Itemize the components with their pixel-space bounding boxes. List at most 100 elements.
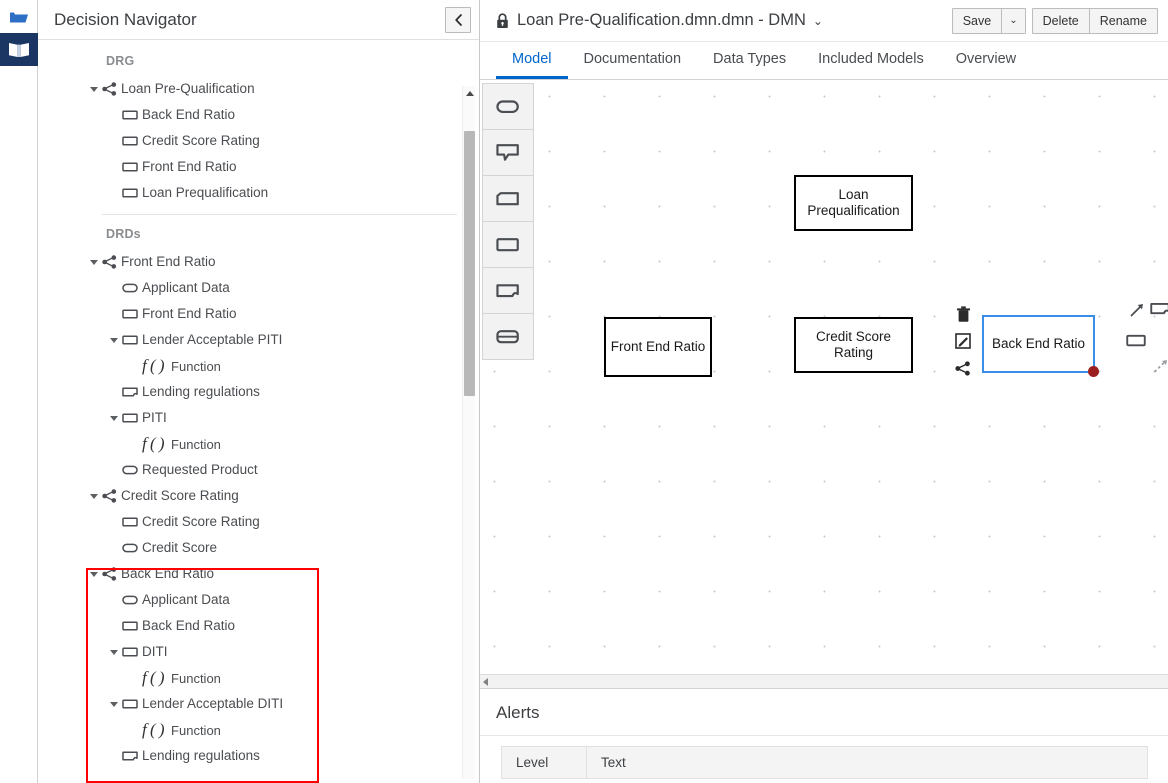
tree-item-label: Back End Ratio [142,108,235,122]
diagram-node-credit-score-rating[interactable]: Credit Score Rating [794,317,913,373]
tree-item-lending-regulations[interactable]: Lending regulations [38,379,479,405]
decision-icon [122,109,138,121]
canvas-horizontal-scrollbar[interactable] [480,674,1168,688]
tree-item-label: Function [171,360,221,373]
context-arrow-icon[interactable] [1125,299,1147,321]
decision-navigator-icon[interactable] [0,33,38,66]
tree-item-label: Lending regulations [142,385,260,399]
text-annotation-tool[interactable] [482,129,534,176]
navigator-scrollbar[interactable] [462,86,475,779]
input-data-tool[interactable] [482,83,534,130]
tree-item-label: Requested Product [142,463,258,477]
diagram-node-label: Front End Ratio [611,339,706,355]
tree-item-function[interactable]: f ( )Function [38,431,479,457]
drg-graph-icon [102,82,117,96]
tree-toggle-icon[interactable] [106,416,122,421]
tree-item-diti[interactable]: DITI [38,639,479,665]
drg-graph-icon [102,255,117,269]
project-explorer-icon[interactable] [0,0,38,33]
tree-item-piti[interactable]: PITI [38,405,479,431]
tree-item-lender-acceptable-diti[interactable]: Lender Acceptable DITI [38,691,479,717]
tree-item-function[interactable]: f ( )Function [38,665,479,691]
tree-item-back-end-ratio[interactable]: Back End Ratio [38,102,479,128]
arrow-icon [1128,302,1145,319]
diagram-canvas[interactable]: Loan Prequalification Front End Ratio Cred… [480,80,1168,674]
collapse-panel-button[interactable] [445,7,471,33]
tree-toggle-icon[interactable] [86,572,102,577]
tree-item-loan-prequalification[interactable]: Loan Prequalification [38,180,479,206]
tree-item-lender-acceptable-piti[interactable]: Lender Acceptable PITI [38,327,479,353]
knowledge-source-icon [496,282,519,299]
tree-item-label: Function [171,672,221,685]
context-share-icon[interactable] [954,357,976,379]
dashed-arrow-icon [1152,358,1168,375]
tree-item-front-end-ratio[interactable]: Front End Ratio [38,301,479,327]
tree-item-label: Loan Pre-Qualification [121,82,255,96]
navigator-tree[interactable]: DRG Loan Pre-Qualification Back End Rati… [38,40,479,783]
context-decision-icon[interactable] [1125,329,1147,351]
tree-item-label: Loan Prequalification [142,186,268,200]
decision-icon [122,516,138,528]
tree-item-requested-product[interactable]: Requested Product [38,457,479,483]
tab-overview[interactable]: Overview [940,42,1032,79]
tab-data-types[interactable]: Data Types [697,42,802,79]
tree-item-lending-regulations[interactable]: Lending regulations [38,743,479,769]
tree-item-front-end-ratio[interactable]: Front End Ratio [38,154,479,180]
tab-model[interactable]: Model [496,42,568,79]
decision-service-tool[interactable] [482,313,534,360]
tree-toggle-icon[interactable] [86,260,102,265]
context-dashed-arrow-icon[interactable] [1149,355,1168,377]
scrollbar-thumb[interactable] [464,131,475,396]
editor-title-bar: Loan Pre-Qualification.dmn.dmn - DMN ⌄ S… [480,0,1168,42]
tree-toggle-icon[interactable] [86,494,102,499]
diagram-node-loan-prequalification[interactable]: Loan Prequalification [794,175,913,231]
tree-item-applicant-data[interactable]: Applicant Data [38,275,479,301]
context-trash-icon[interactable] [954,303,976,325]
tree-item-back-end-ratio[interactable]: Back End Ratio [38,613,479,639]
tab-included-models[interactable]: Included Models [802,42,940,79]
chevron-left-icon [454,14,463,26]
scroll-up-arrow-icon[interactable] [463,86,476,100]
save-button[interactable]: Save [952,8,1003,34]
page-title: Decision Navigator [54,10,445,30]
resize-handle[interactable] [1088,366,1099,377]
lock-icon [496,13,509,29]
decision-tool[interactable] [482,221,534,268]
tree-item-credit-score-rating[interactable]: Credit Score Rating [38,128,479,154]
bkm-icon [496,190,519,207]
tree-item-credit-score[interactable]: Credit Score [38,535,479,561]
file-title-dropdown-icon[interactable]: ⌄ [813,14,823,28]
delete-button[interactable]: Delete [1032,8,1090,34]
tree-item-back-end-ratio[interactable]: Back End Ratio [38,561,479,587]
tree-item-function[interactable]: f ( )Function [38,717,479,743]
decision-service-icon [496,328,519,345]
diagram-node-front-end-ratio[interactable]: Front End Ratio [604,317,712,377]
tree-item-label: Function [171,724,221,737]
context-knowledge-source-icon[interactable] [1149,297,1168,319]
tree-toggle-icon[interactable] [106,650,122,655]
tree-item-credit-score-rating[interactable]: Credit Score Rating [38,509,479,535]
decision-icon [122,187,138,199]
tree-item-loan-pre-qualification[interactable]: Loan Pre-Qualification [38,76,479,102]
business-knowledge-model-tool[interactable] [482,175,534,222]
diagram-canvas-wrapper[interactable]: Loan Prequalification Front End Ratio Cred… [480,80,1168,674]
tree-item-front-end-ratio[interactable]: Front End Ratio [38,249,479,275]
tree-toggle-icon[interactable] [106,338,122,343]
tree-item-label: DITI [142,645,168,659]
knowledge-source-tool[interactable] [482,267,534,314]
tree-item-credit-score-rating[interactable]: Credit Score Rating [38,483,479,509]
tree-item-function[interactable]: f ( )Function [38,353,479,379]
tree-item-applicant-data[interactable]: Applicant Data [38,587,479,613]
edit-icon [955,333,971,349]
save-dropdown-button[interactable]: ⌄ [1001,8,1025,34]
decision-icon [122,646,138,658]
scroll-left-arrow-icon[interactable] [483,678,488,686]
diagram-node-back-end-ratio[interactable]: Back End Ratio [982,315,1095,373]
tab-documentation[interactable]: Documentation [568,42,698,79]
tree-item-label: Credit Score Rating [142,515,260,529]
tree-toggle-icon[interactable] [86,87,102,92]
knowledge-source-icon [122,386,138,398]
tree-toggle-icon[interactable] [106,702,122,707]
rename-button[interactable]: Rename [1089,8,1158,34]
context-edit-icon[interactable] [954,330,976,352]
